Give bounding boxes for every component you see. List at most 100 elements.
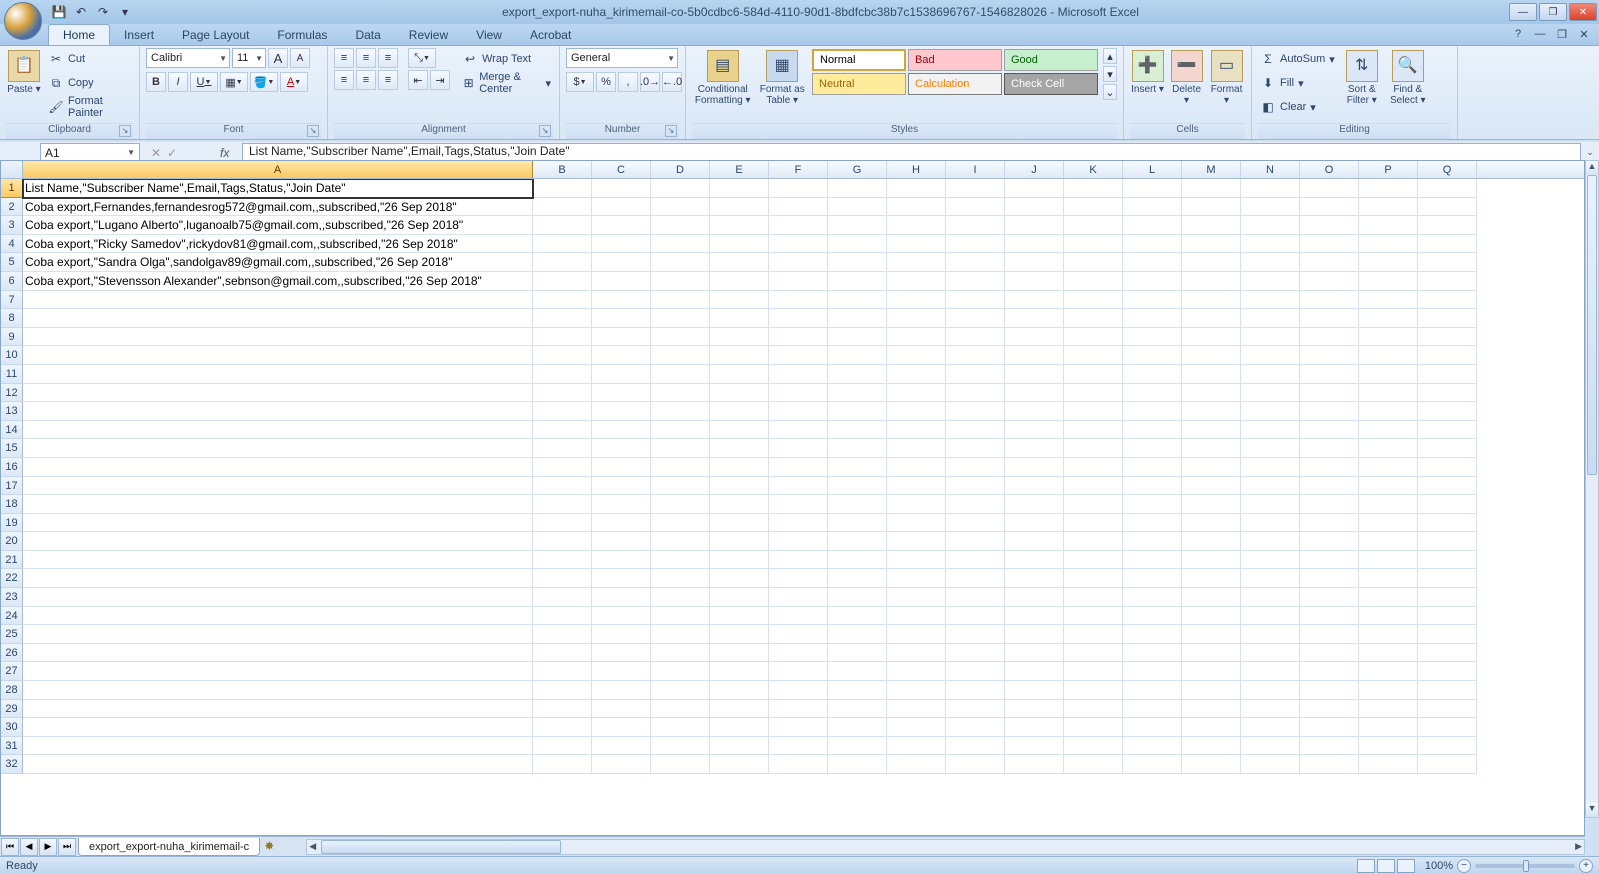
cell[interactable] xyxy=(946,625,1005,644)
cell[interactable] xyxy=(710,700,769,719)
cell[interactable] xyxy=(1241,198,1300,217)
cell[interactable] xyxy=(887,402,946,421)
cell[interactable] xyxy=(1123,328,1182,347)
cell[interactable] xyxy=(533,272,592,291)
cell[interactable] xyxy=(946,365,1005,384)
cell[interactable] xyxy=(710,607,769,626)
cell[interactable] xyxy=(23,737,533,756)
cell[interactable] xyxy=(533,644,592,663)
hscroll-left[interactable]: ◀ xyxy=(309,841,316,852)
cell[interactable] xyxy=(828,625,887,644)
cell[interactable] xyxy=(1182,718,1241,737)
ribbon-minimize[interactable]: — xyxy=(1533,27,1547,41)
cell[interactable] xyxy=(1359,253,1418,272)
font-launcher[interactable]: ↘ xyxy=(307,125,319,137)
grow-font-button[interactable]: A xyxy=(268,48,288,68)
row-header[interactable]: 11 xyxy=(1,365,23,384)
cell[interactable] xyxy=(1182,272,1241,291)
cell[interactable] xyxy=(1241,235,1300,254)
cell[interactable] xyxy=(651,532,710,551)
cell[interactable] xyxy=(651,755,710,774)
cell[interactable] xyxy=(828,551,887,570)
cell[interactable] xyxy=(1005,625,1064,644)
row-header[interactable]: 18 xyxy=(1,495,23,514)
cell[interactable] xyxy=(1064,569,1123,588)
cell[interactable] xyxy=(1418,625,1477,644)
cell[interactable] xyxy=(23,365,533,384)
cell[interactable] xyxy=(533,328,592,347)
cell[interactable] xyxy=(828,421,887,440)
cell[interactable] xyxy=(828,644,887,663)
cell[interactable] xyxy=(1359,384,1418,403)
cell[interactable] xyxy=(533,235,592,254)
column-header-N[interactable]: N xyxy=(1241,161,1300,178)
column-header-E[interactable]: E xyxy=(710,161,769,178)
cell[interactable] xyxy=(1300,625,1359,644)
cell[interactable] xyxy=(828,477,887,496)
cell[interactable] xyxy=(1418,569,1477,588)
row-header[interactable]: 30 xyxy=(1,718,23,737)
cell[interactable] xyxy=(946,755,1005,774)
cell[interactable] xyxy=(533,365,592,384)
cell[interactable] xyxy=(887,365,946,384)
cell[interactable] xyxy=(533,421,592,440)
cell[interactable] xyxy=(1123,681,1182,700)
horizontal-scrollbar[interactable]: ◀ ▶ xyxy=(306,839,1585,855)
cell[interactable] xyxy=(946,681,1005,700)
cell[interactable] xyxy=(23,607,533,626)
fill-button[interactable]: ⬇Fill ▾ xyxy=(1258,72,1337,94)
sort-filter-button[interactable]: ⇅Sort & Filter ▾ xyxy=(1341,48,1383,106)
cell[interactable] xyxy=(1418,458,1477,477)
insert-cells-button[interactable]: ➕Insert ▾ xyxy=(1130,48,1165,95)
cell[interactable] xyxy=(946,439,1005,458)
cell[interactable] xyxy=(1182,328,1241,347)
cell[interactable] xyxy=(710,644,769,663)
cell[interactable] xyxy=(887,514,946,533)
cell[interactable] xyxy=(1123,662,1182,681)
cell[interactable] xyxy=(23,700,533,719)
bold-button[interactable]: B xyxy=(146,72,166,92)
cell[interactable] xyxy=(1064,365,1123,384)
cell[interactable] xyxy=(651,253,710,272)
row-header[interactable]: 17 xyxy=(1,477,23,496)
row-header[interactable]: 10 xyxy=(1,346,23,365)
cell[interactable] xyxy=(710,532,769,551)
cell[interactable]: Coba export,"Sandra Olga",sandolgav89@gm… xyxy=(23,253,533,272)
cell[interactable] xyxy=(1418,607,1477,626)
cell[interactable] xyxy=(946,346,1005,365)
tab-data[interactable]: Data xyxy=(341,25,394,45)
tab-home[interactable]: Home xyxy=(48,24,110,45)
cell[interactable] xyxy=(1005,551,1064,570)
cell[interactable] xyxy=(592,272,651,291)
find-select-button[interactable]: 🔍Find & Select ▾ xyxy=(1387,48,1429,106)
cell[interactable] xyxy=(1005,458,1064,477)
cell[interactable] xyxy=(946,328,1005,347)
cell[interactable] xyxy=(1300,681,1359,700)
cell[interactable] xyxy=(1123,291,1182,310)
cell[interactable] xyxy=(1064,458,1123,477)
cell[interactable] xyxy=(710,569,769,588)
cell[interactable] xyxy=(1005,309,1064,328)
cell[interactable] xyxy=(1359,644,1418,663)
cell[interactable] xyxy=(828,365,887,384)
cell[interactable] xyxy=(710,253,769,272)
office-button[interactable] xyxy=(4,2,42,40)
row-header[interactable]: 14 xyxy=(1,421,23,440)
cell[interactable] xyxy=(887,384,946,403)
cell[interactable] xyxy=(592,681,651,700)
tab-review[interactable]: Review xyxy=(395,25,462,45)
cell[interactable] xyxy=(1064,737,1123,756)
cell[interactable] xyxy=(1064,384,1123,403)
cell[interactable] xyxy=(1418,551,1477,570)
cell[interactable] xyxy=(1123,179,1182,198)
cell[interactable] xyxy=(1359,365,1418,384)
cell[interactable] xyxy=(651,402,710,421)
cell[interactable]: Coba export,"Stevensson Alexander",sebns… xyxy=(23,272,533,291)
cell[interactable] xyxy=(1182,495,1241,514)
cell[interactable] xyxy=(592,309,651,328)
cell[interactable] xyxy=(1300,198,1359,217)
cell[interactable] xyxy=(651,272,710,291)
cell[interactable] xyxy=(1123,235,1182,254)
row-header[interactable]: 19 xyxy=(1,514,23,533)
cell[interactable] xyxy=(1418,681,1477,700)
